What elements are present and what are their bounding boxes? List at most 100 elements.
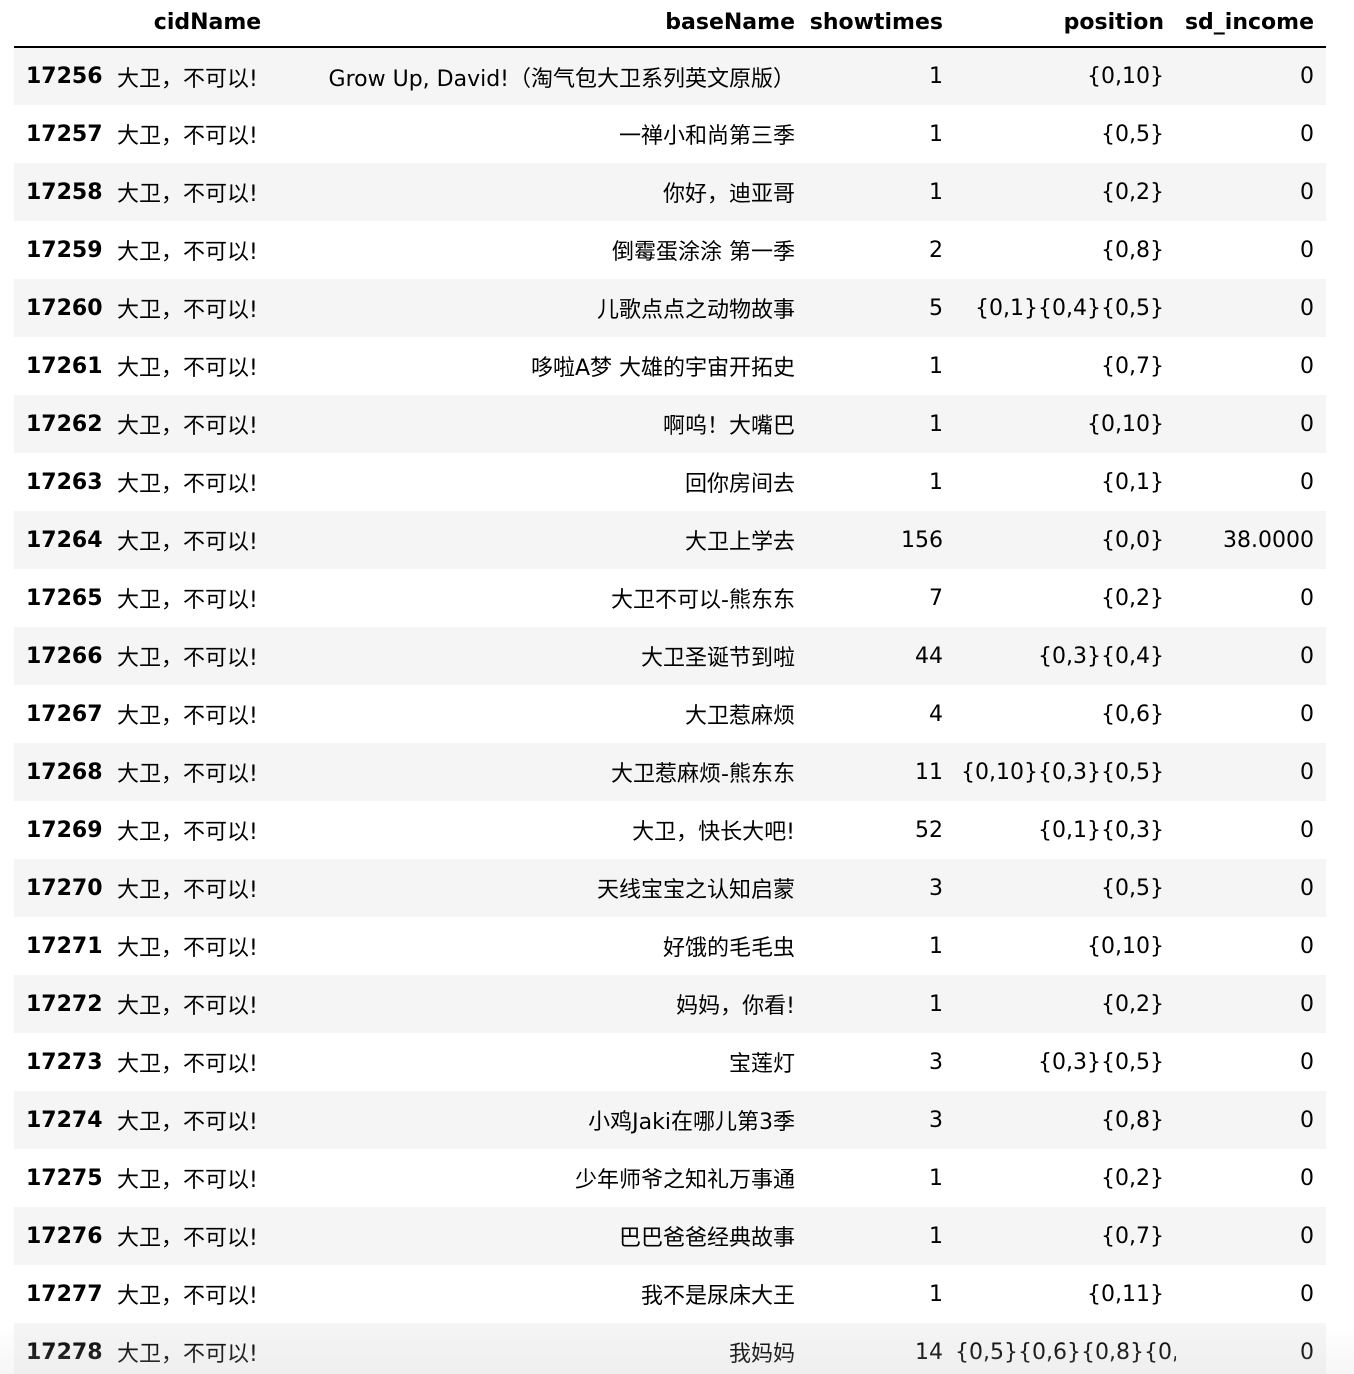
table-row: 17267 大卫，不可以! 大卫惹麻烦 4 {0,6} 0 xyxy=(14,685,1326,743)
cell-position: {0,2} xyxy=(1101,585,1164,611)
table-row: 17270 大卫，不可以! 天线宝宝之认知启蒙 3 {0,5} 0 xyxy=(14,859,1326,917)
cell-showtimes: 1 xyxy=(929,1165,943,1191)
table-row: 17259 大卫，不可以! 倒霉蛋涂涂 第一季 2 {0,8} 0 xyxy=(14,221,1326,279)
cell-position: {0,3}{0,4} xyxy=(1038,643,1164,669)
cell-cidname: 大卫，不可以! xyxy=(117,240,258,265)
cell-basename: 大卫上学去 xyxy=(684,530,795,555)
row-index: 17271 xyxy=(26,933,103,959)
cell-basename: 大卫，快长大吧! xyxy=(632,820,795,845)
table-row: 17272 大卫，不可以! 妈妈，你看! 1 {0,2} 0 xyxy=(14,975,1326,1033)
cell-sd-income: 0 xyxy=(1300,295,1314,321)
cell-sd-income: 0 xyxy=(1300,353,1314,379)
row-index: 17262 xyxy=(26,411,103,437)
cell-sd-income: 0 xyxy=(1300,585,1314,611)
cell-sd-income: 0 xyxy=(1300,1049,1314,1075)
cell-sd-income: 0 xyxy=(1300,411,1314,437)
cell-position: {0,2} xyxy=(1101,179,1164,205)
cell-sd-income: 0 xyxy=(1300,64,1314,89)
cell-sd-income: 0 xyxy=(1300,469,1314,495)
cell-basename: 大卫圣诞节到啦 xyxy=(640,646,795,671)
cell-cidname: 大卫，不可以! xyxy=(117,762,258,787)
table-row: 17276 大卫，不可以! 巴巴爸爸经典故事 1 {0,7} 0 xyxy=(14,1207,1326,1265)
header-sd-income: sd_income xyxy=(1176,0,1326,48)
table-row: 17263 大卫，不可以! 回你房间去 1 {0,1} 0 xyxy=(14,453,1326,511)
cell-position: {0,6} xyxy=(1101,701,1164,727)
cell-sd-income: 0 xyxy=(1300,701,1314,727)
cell-cidname: 大卫，不可以! xyxy=(117,878,258,903)
dataframe-output: cidName baseName showtimes position sd_i… xyxy=(14,0,1326,1374)
cell-showtimes: 1 xyxy=(929,353,943,379)
table-row: 17268 大卫，不可以! 大卫惹麻烦-熊东东 11 {0,10}{0,3}{0,5} 0 xyxy=(14,743,1326,801)
cell-cidname: 大卫，不可以! xyxy=(117,66,258,92)
table-body: 17256 大卫，不可以! Grow Up, David!（淘气包大卫系列英文原版）… xyxy=(14,47,1326,1374)
cell-sd-income: 0 xyxy=(1300,237,1314,263)
cell-basename: 小鸡Jaki在哪儿第3季 xyxy=(588,1110,795,1135)
cell-basename: Grow Up, David!（淘气包大卫系列英文原版） xyxy=(328,66,795,92)
row-index: 17272 xyxy=(26,991,103,1017)
cell-showtimes: 11 xyxy=(915,759,943,785)
cell-cidname: 大卫，不可以! xyxy=(117,820,258,845)
cell-position: {0,11} xyxy=(1087,1281,1164,1307)
cell-basename: 哆啦A梦 大雄的宇宙开拓史 xyxy=(530,356,795,381)
cell-sd-income: 0 xyxy=(1300,1165,1314,1191)
cell-showtimes: 14 xyxy=(915,1339,943,1365)
row-index: 17278 xyxy=(26,1339,103,1365)
cell-basename: 一禅小和尚第三季 xyxy=(618,124,795,149)
cell-basename: 好饿的毛毛虫 xyxy=(662,936,795,961)
cell-basename: 妈妈，你看! xyxy=(676,994,795,1019)
cell-showtimes: 1 xyxy=(929,64,943,89)
cell-showtimes: 52 xyxy=(915,817,943,843)
row-index: 17269 xyxy=(26,817,103,843)
table-row: 17260 大卫，不可以! 儿歌点点之动物故事 5 {0,1}{0,4}{0,5} 0 xyxy=(14,279,1326,337)
cell-position: {0,5}{0,6}{0,8}{0,9} xyxy=(955,1339,1176,1365)
cell-cidname: 大卫，不可以! xyxy=(117,1110,258,1135)
cell-showtimes: 3 xyxy=(929,875,943,901)
row-index: 17276 xyxy=(26,1223,103,1249)
table-row: 17266 大卫，不可以! 大卫圣诞节到啦 44 {0,3}{0,4} 0 xyxy=(14,627,1326,685)
row-index: 17267 xyxy=(26,701,103,727)
table-row: 17277 大卫，不可以! 我不是尿床大王 1 {0,11} 0 xyxy=(14,1265,1326,1323)
cell-cidname: 大卫，不可以! xyxy=(117,1342,258,1367)
cell-basename: 儿歌点点之动物故事 xyxy=(596,298,795,323)
header-cidname: cidName xyxy=(105,0,310,48)
cell-cidname: 大卫，不可以! xyxy=(117,124,258,149)
cell-cidname: 大卫，不可以! xyxy=(117,588,258,613)
row-index: 17259 xyxy=(26,237,103,263)
cell-cidname: 大卫，不可以! xyxy=(117,1168,258,1193)
cell-position: {0,1} xyxy=(1101,469,1164,495)
cell-showtimes: 1 xyxy=(929,469,943,495)
dataframe-table: cidName baseName showtimes position sd_i… xyxy=(14,0,1326,1374)
header-basename: baseName xyxy=(310,0,807,48)
table-row: 17257 大卫，不可以! 一禅小和尚第三季 1 {0,5} 0 xyxy=(14,105,1326,163)
cell-sd-income: 0 xyxy=(1300,1223,1314,1249)
row-index: 17260 xyxy=(26,295,103,321)
cell-cidname: 大卫，不可以! xyxy=(117,356,258,381)
cell-cidname: 大卫，不可以! xyxy=(117,936,258,961)
row-index: 17275 xyxy=(26,1165,103,1191)
table-row: 17262 大卫，不可以! 啊呜！大嘴巴 1 {0,10} 0 xyxy=(14,395,1326,453)
cell-sd-income: 0 xyxy=(1300,1281,1314,1307)
cell-showtimes: 1 xyxy=(929,179,943,205)
row-index: 17256 xyxy=(26,64,103,89)
row-index: 17257 xyxy=(26,121,103,147)
cell-cidname: 大卫，不可以! xyxy=(117,182,258,207)
cell-sd-income: 0 xyxy=(1300,1339,1314,1365)
cell-basename: 大卫不可以-熊东东 xyxy=(611,588,795,613)
cell-sd-income: 0 xyxy=(1300,875,1314,901)
cell-cidname: 大卫，不可以! xyxy=(117,414,258,439)
cell-showtimes: 1 xyxy=(929,121,943,147)
cell-sd-income: 0 xyxy=(1300,759,1314,785)
cell-sd-income: 0 xyxy=(1300,991,1314,1017)
cell-showtimes: 7 xyxy=(929,585,943,611)
row-index: 17273 xyxy=(26,1049,103,1075)
cell-position: {0,10}{0,3}{0,5} xyxy=(961,759,1164,785)
cell-sd-income: 0 xyxy=(1300,179,1314,205)
cell-cidname: 大卫，不可以! xyxy=(117,1284,258,1309)
row-index: 17266 xyxy=(26,643,103,669)
cell-showtimes: 4 xyxy=(929,701,943,727)
cell-cidname: 大卫，不可以! xyxy=(117,1052,258,1077)
cell-showtimes: 5 xyxy=(929,295,943,321)
cell-cidname: 大卫，不可以! xyxy=(117,1226,258,1251)
header-showtimes: showtimes xyxy=(807,0,955,48)
cell-showtimes: 2 xyxy=(929,237,943,263)
